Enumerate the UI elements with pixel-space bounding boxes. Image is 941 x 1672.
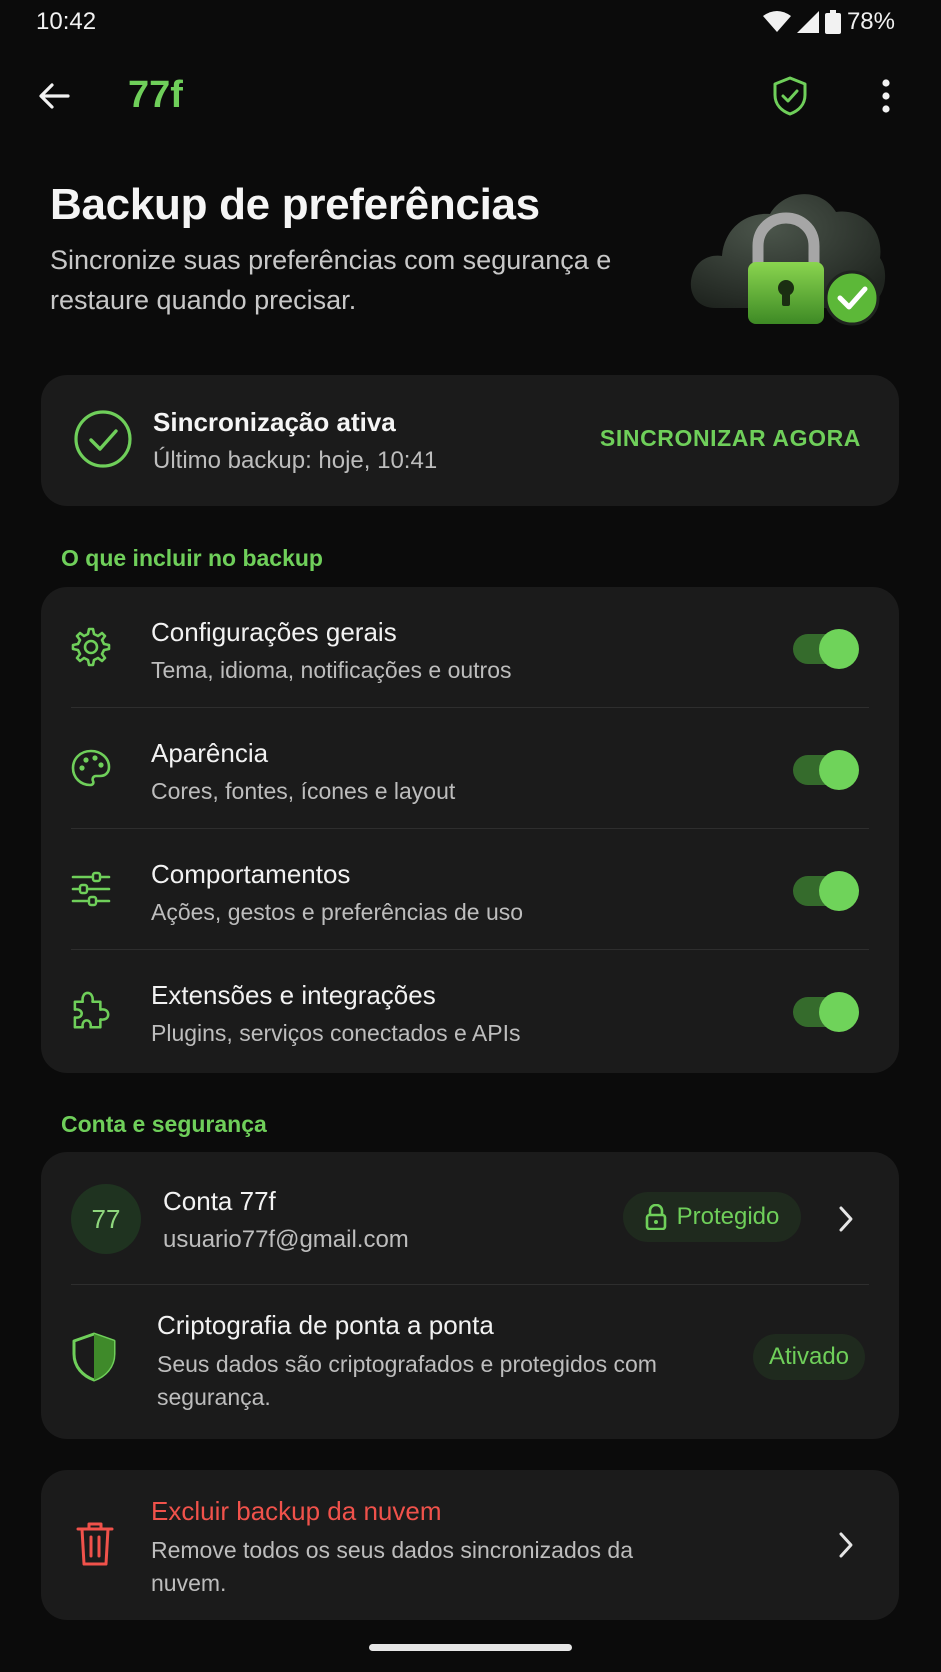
avatar: 77: [71, 1184, 141, 1254]
item-title: Extensões e integrações: [151, 980, 436, 1010]
item-title: Configurações gerais: [151, 617, 397, 647]
check-circle-icon: [74, 410, 132, 468]
chevron-right-icon: [831, 1199, 861, 1239]
cloud-lock-illustration: [690, 194, 886, 326]
protected-badge-label: Protegido: [676, 1203, 780, 1230]
lock-icon: [645, 1204, 666, 1230]
encryption-status-badge: Ativado: [753, 1334, 865, 1380]
shield-half-icon: [72, 1332, 116, 1382]
sync-now-button[interactable]: SINCRONIZAR AGORA: [600, 425, 861, 452]
sync-status-card: Sincronização ativa Último backup: hoje,…: [41, 375, 899, 506]
account-email: usuario77f@gmail.com: [163, 1226, 409, 1253]
account-security-card: 77 Conta 77f usuario77f@gmail.com Proteg…: [41, 1152, 899, 1439]
list-item-extensions: Extensões e integrações Plugins, serviço…: [41, 950, 899, 1071]
toggle-general-settings[interactable]: [793, 629, 859, 669]
security-button[interactable]: [764, 70, 816, 122]
section-account-label: Conta e segurança: [61, 1111, 267, 1137]
page-subtitle: Sincronize suas preferências com seguran…: [50, 245, 612, 315]
item-subtitle: Ações, gestos e preferências de uso: [151, 899, 524, 925]
puzzle-icon: [73, 991, 110, 1029]
last-backup-text: Último backup: hoje, 10:41: [153, 447, 438, 474]
sync-title: Sincronização ativa: [153, 407, 396, 437]
encryption-subtitle: Seus dados são criptografados e protegid…: [157, 1351, 657, 1410]
arrow-left-icon: [39, 83, 70, 109]
section-include-label: O que incluir no backup: [61, 545, 323, 571]
back-button[interactable]: [30, 72, 78, 120]
protected-badge: Protegido: [623, 1192, 801, 1242]
shield-check-icon: [773, 76, 807, 116]
delete-title: Excluir backup da nuvem: [151, 1496, 442, 1526]
toggle-behaviors[interactable]: [793, 871, 859, 911]
delete-backup-button[interactable]: Excluir backup da nuvem Remove todos os …: [41, 1470, 899, 1620]
chevron-right-icon: [831, 1525, 861, 1565]
list-item-appearance: Aparência Cores, fontes, ícones e layout: [41, 708, 899, 829]
battery-icon: [824, 10, 841, 34]
account-name: Conta 77f: [163, 1186, 276, 1216]
list-item-behaviors: Comportamentos Ações, gestos e preferênc…: [41, 829, 899, 950]
battery-level: 78%: [846, 8, 895, 35]
item-subtitle: Cores, fontes, ícones e layout: [151, 778, 456, 804]
more-vert-icon: [882, 79, 890, 113]
delete-subtitle: Remove todos os seus dados sincronizados…: [151, 1537, 634, 1596]
wifi-icon: [762, 11, 791, 32]
toggle-appearance[interactable]: [793, 750, 859, 790]
trash-icon: [76, 1522, 114, 1566]
item-subtitle: Tema, idioma, notificações e outros: [151, 657, 512, 683]
more-options-button[interactable]: [862, 70, 910, 122]
signal-icon: [796, 11, 819, 33]
toggle-extensions[interactable]: [793, 992, 859, 1032]
sliders-icon: [71, 871, 111, 907]
app-title: 77f: [128, 74, 183, 116]
item-title: Comportamentos: [151, 859, 351, 889]
item-title: Aparência: [151, 738, 269, 768]
gear-icon: [71, 627, 111, 667]
status-time: 10:42: [36, 8, 97, 35]
palette-icon: [71, 749, 111, 787]
encryption-title: Criptografia de ponta a ponta: [157, 1310, 494, 1340]
page-title: Backup de preferências: [50, 180, 540, 229]
app-bar: 77f: [0, 56, 941, 136]
home-indicator[interactable]: [369, 1644, 572, 1651]
status-bar: 10:42 78%: [0, 0, 941, 46]
status-icons: 78%: [762, 8, 895, 36]
item-subtitle: Plugins, serviços conectados e APIs: [151, 1020, 521, 1046]
account-row[interactable]: 77 Conta 77f usuario77f@gmail.com Proteg…: [41, 1152, 899, 1284]
backup-items-list: Configurações gerais Tema, idioma, notif…: [41, 587, 899, 1073]
list-item-general-settings: Configurações gerais Tema, idioma, notif…: [41, 587, 899, 708]
